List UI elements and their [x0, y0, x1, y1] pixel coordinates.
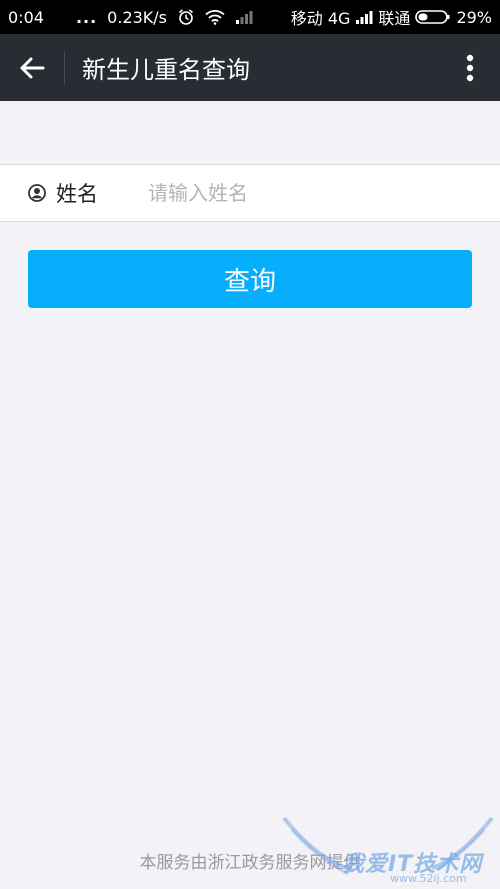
watermark: 我爱IT技术网 www.52ij.com [282, 810, 494, 889]
name-form-row: 姓名 [0, 164, 500, 222]
user-icon [28, 184, 46, 202]
status-dots: ... [75, 7, 98, 27]
status-time: 0:04 [8, 7, 44, 27]
page-title: 新生儿重名查询 [82, 56, 250, 84]
status-bar: 0:04 ... 0.23K/s 移动 4G 联通 29% [0, 0, 500, 34]
battery-icon [415, 9, 451, 25]
wifi-icon [205, 9, 225, 25]
name-input[interactable] [148, 173, 468, 213]
back-arrow-icon [20, 57, 45, 78]
app-screen: 0:04 ... 0.23K/s 移动 4G 联通 29% 新生儿重名查询 姓名… [0, 0, 500, 889]
signal-icon [355, 9, 373, 25]
signal-icon [235, 9, 253, 25]
status-carrier-1: 移动 4G [290, 9, 351, 28]
title-divider [64, 51, 65, 84]
status-speed: 0.23K/s [107, 7, 168, 27]
query-button[interactable]: 查询 [28, 250, 472, 308]
back-button[interactable] [0, 34, 64, 101]
status-carrier-2: 联通 [378, 9, 411, 28]
more-menu-button[interactable] [440, 34, 500, 101]
alarm-icon [177, 8, 195, 26]
more-vertical-icon [466, 54, 474, 81]
watermark-url: www.52ij.com [390, 872, 467, 885]
title-bar: 新生儿重名查询 [0, 34, 500, 101]
status-battery-percent: 29% [456, 7, 492, 27]
name-label: 姓名 [56, 182, 98, 206]
